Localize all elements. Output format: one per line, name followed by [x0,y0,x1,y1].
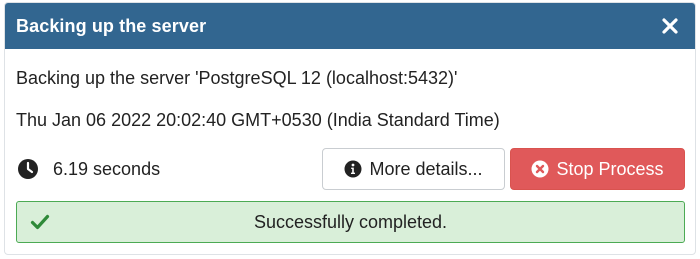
backup-dialog: Backing up the server Backing up the ser… [4,2,696,255]
check-icon [30,212,50,232]
clock-icon [16,157,40,181]
status-message: Successfully completed. [253,211,448,232]
dialog-header: Backing up the server [5,3,695,49]
stop-process-button[interactable]: Stop Process [510,148,685,190]
dialog-title: Backing up the server [16,15,207,36]
info-circle-icon [344,160,362,178]
more-details-label: More details... [369,158,483,179]
close-button[interactable] [657,13,683,39]
backup-message: Backing up the server 'PostgreSQL 12 (lo… [16,68,458,88]
times-circle-icon [531,160,549,178]
backup-timestamp: Thu Jan 06 2022 20:02:40 GMT+0530 (India… [16,110,500,130]
stop-process-label: Stop Process [556,158,664,179]
more-details-button[interactable]: More details... [322,148,505,190]
dialog-body: Backing up the server 'PostgreSQL 12 (lo… [5,67,695,243]
close-icon [662,18,678,34]
progress-row: 6.19 seconds More details... Stop Proces… [16,147,685,191]
status-banner: Successfully completed. [16,201,685,243]
elapsed-time: 6.19 seconds [53,158,161,179]
